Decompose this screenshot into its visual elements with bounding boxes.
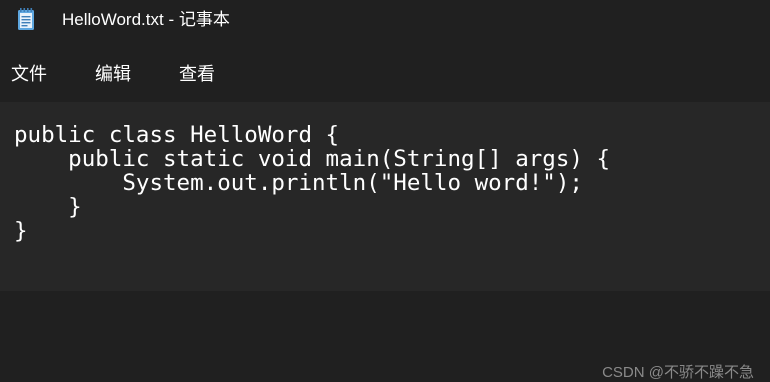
code-line: public class HelloWord {: [14, 122, 340, 148]
menu-bar: 文件 编辑 查看: [0, 52, 770, 96]
window-title: HelloWord.txt - 记事本: [62, 10, 230, 29]
code-line: System.out.println("Hello word!");: [14, 170, 583, 196]
watermark: CSDN @不骄不躁不急: [602, 364, 754, 381]
text-editor[interactable]: public class HelloWord { public static v…: [0, 102, 770, 381]
title-bar: HelloWord.txt - 记事本: [0, 0, 770, 40]
menu-edit[interactable]: 编辑: [93, 62, 133, 86]
code-line: public static void main(String[] args) {: [14, 146, 611, 172]
editor-content[interactable]: public class HelloWord { public static v…: [14, 123, 610, 243]
code-line: }: [14, 194, 82, 220]
menu-file[interactable]: 文件: [9, 62, 49, 86]
menu-view[interactable]: 查看: [177, 62, 217, 86]
code-line: }: [14, 218, 28, 244]
notepad-icon: [18, 8, 34, 30]
